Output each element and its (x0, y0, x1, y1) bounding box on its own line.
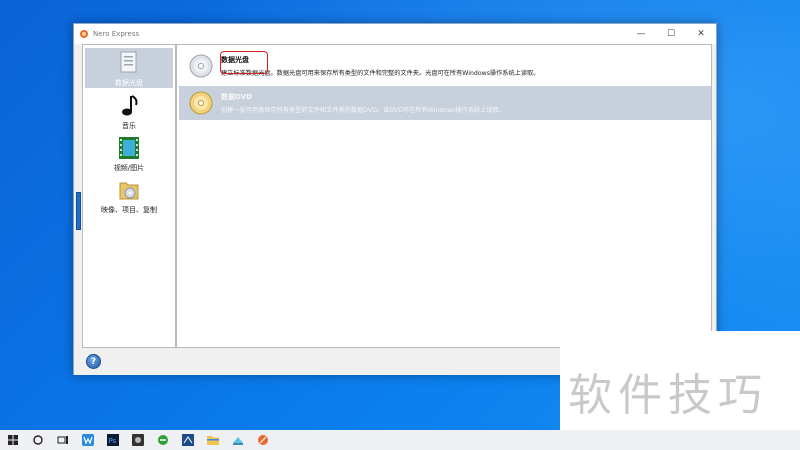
taskbar-app-nero-tool[interactable] (175, 430, 200, 450)
task-data-dvd[interactable]: 数据DVD 创建一张可用来保存所有类型的文件和文件夹的数据DVD。该DVD可在所… (179, 86, 711, 120)
close-button[interactable]: ✕ (686, 24, 716, 44)
taskbar-app-nero-express[interactable] (250, 430, 275, 450)
nero-express-window: Nero Express — ☐ ✕ 数据光盘 音乐 视频/图片 映像、项目、复… (73, 23, 717, 375)
wps-icon (81, 434, 94, 446)
camera-app-icon (131, 434, 144, 446)
category-label: 视频/图片 (113, 164, 145, 172)
film-icon (119, 137, 139, 159)
browser-icon (157, 435, 168, 445)
start-icon (7, 435, 18, 445)
collapse-panel-handle[interactable] (76, 192, 81, 230)
task-title: 数据DVD (221, 93, 253, 101)
folder-disc-icon (119, 182, 139, 200)
dvd-icon (189, 91, 213, 115)
cd-icon (189, 54, 213, 78)
task-description: 创建一张可用来保存所有类型的文件和文件夹的数据DVD。该DVD可在所有Windo… (221, 107, 505, 114)
minimize-button[interactable]: — (626, 24, 656, 44)
taskbar-app-browser[interactable] (150, 430, 175, 450)
category-pane: 数据光盘 音乐 视频/图片 映像、项目、复制 (82, 44, 176, 348)
task-view-icon (57, 436, 68, 444)
annotation-highlight (220, 51, 268, 74)
taskbar-app-file-explorer[interactable] (200, 430, 225, 450)
nero-app-icon (80, 30, 88, 38)
taskbar-app-generic[interactable] (225, 430, 250, 450)
category-video-photo[interactable]: 视频/图片 (85, 133, 173, 173)
start-button[interactable] (0, 430, 25, 450)
category-music[interactable]: 音乐 (85, 91, 173, 131)
category-label: 映像、项目、复制 (101, 206, 157, 214)
category-label: 音乐 (122, 122, 136, 130)
photoshop-icon: Ps (106, 434, 119, 446)
help-button[interactable]: ? (86, 354, 101, 369)
nero-tool-icon (181, 434, 194, 446)
taskbar-app-camera[interactable] (125, 430, 150, 450)
data-disc-icon (120, 51, 137, 73)
category-label: 数据光盘 (115, 79, 143, 87)
task-pane: 数据光盘 建立标准数据光盘。数据光盘可用来保存所有类型的文件和完整的文件夹。光盘… (176, 44, 712, 348)
search-icon (32, 435, 43, 445)
taskbar-app-photoshop[interactable]: Ps (100, 430, 125, 450)
watermark-text: 软件技巧 (568, 370, 768, 421)
taskbar-app-wps[interactable] (75, 430, 100, 450)
taskbar: Ps (0, 430, 800, 450)
file-explorer-icon (206, 436, 219, 445)
search-button[interactable] (25, 430, 50, 450)
watermark-panel: 软件技巧 (560, 331, 800, 430)
music-note-icon (122, 95, 138, 116)
app-icon (232, 437, 243, 445)
task-title: 数据光盘 (221, 56, 249, 64)
task-description: 建立标准数据光盘。数据光盘可用来保存所有类型的文件和完整的文件夹。光盘可在所有W… (221, 70, 540, 77)
maximize-button[interactable]: ☐ (656, 24, 686, 44)
task-view-button[interactable] (50, 430, 75, 450)
category-image-project-copy[interactable]: 映像、项目、复制 (85, 175, 173, 215)
svg-text:Ps: Ps (108, 437, 116, 445)
category-data-disc[interactable]: 数据光盘 (85, 48, 173, 88)
title-bar: Nero Express — ☐ ✕ (74, 24, 716, 44)
window-title: Nero Express (93, 30, 140, 38)
nero-express-icon (257, 435, 268, 445)
